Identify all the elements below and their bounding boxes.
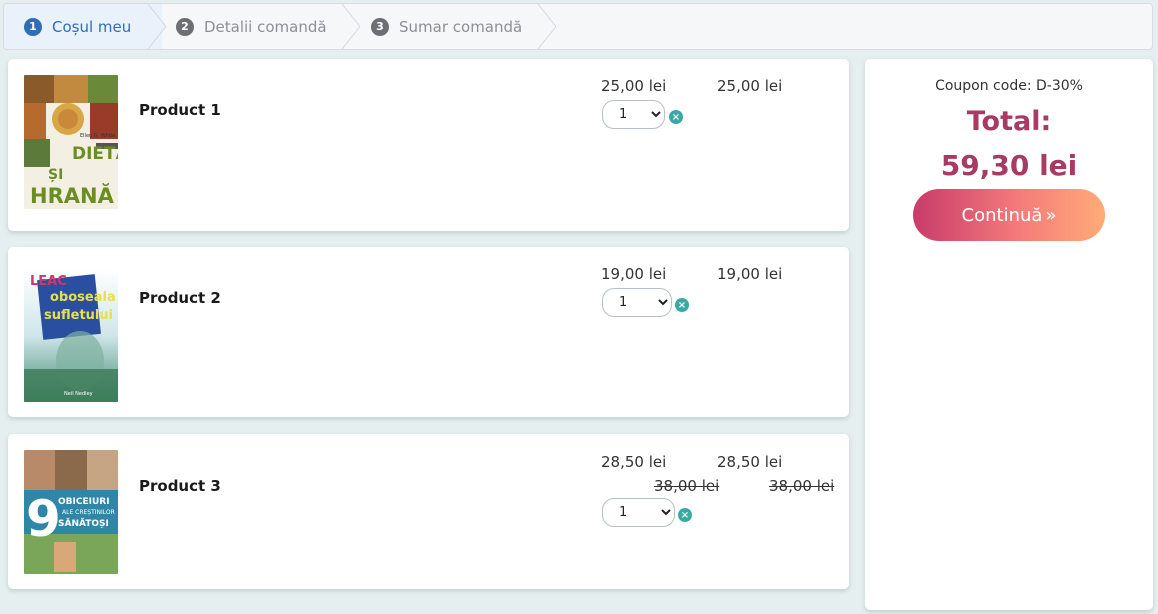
product-name[interactable]: Product 2 [139,289,221,307]
cover-title-top: OBICEIURI [58,497,110,507]
unit-price: 25,00 lei [601,77,667,95]
step-cart[interactable]: 1 Coșul meu [4,4,162,49]
product-name[interactable]: Product 1 [139,101,221,119]
cover-title-top: LEAC [30,274,67,289]
cart-item: LEAC oboseala sufletului Neil Nedley Pro… [8,247,849,417]
quantity-select[interactable]: 1 [602,100,665,129]
coupon-code: Coupon code: D-30% [935,78,1083,94]
step-label-order-details: Detalii comandă [204,17,327,36]
cart-item: Ellen G. White DIETĂ ȘI HRANĂ Product 1 … [8,59,849,231]
total-label: Total: [966,106,1052,137]
product-cover-image[interactable]: Ellen G. White DIETĂ ȘI HRANĂ [24,75,118,209]
old-line-total: 38,00 lei [769,477,835,495]
step-number-3: 3 [371,17,389,36]
line-total: 19,00 lei [717,265,783,283]
step-number-1: 1 [24,17,42,36]
step-divider-icon [537,4,556,49]
cover-author: Ellen G. White [80,133,115,139]
remove-item-icon[interactable]: × [675,298,689,312]
cover-title-bottom: SĂNĂTOȘI [58,517,109,529]
cover-title-mid: ALE CREȘTINILOR [62,509,115,516]
cover-author: Neil Nedley [64,391,93,397]
remove-item-icon[interactable]: × [678,508,692,522]
cover-title-bottom: HRANĂ [30,183,115,208]
product-name[interactable]: Product 3 [139,477,221,495]
step-order-details[interactable]: 2 Detalii comandă [176,4,327,49]
line-total: 25,00 lei [717,77,783,95]
step-order-summary[interactable]: 3 Sumar comandă [371,4,522,49]
step-label-cart: Coșul meu [52,17,132,36]
step-divider-icon [144,4,166,49]
checkout-steps: 1 Coșul meu 2 Detalii comandă 3 Sumar co… [3,3,1153,50]
quantity-select[interactable]: 1 [602,288,672,317]
step-label-order-summary: Sumar comandă [399,17,523,36]
unit-price: 19,00 lei [601,265,667,283]
step-divider-icon [341,4,360,49]
product-cover-image[interactable]: 9 OBICEIURI ALE CREȘTINILOR SĂNĂTOȘI [24,450,118,574]
double-chevron-right-icon: » [1045,204,1057,226]
remove-item-icon[interactable]: × [669,110,683,124]
cover-title-mid: ȘI [48,167,63,183]
cover-title-mid: oboseala [50,290,116,305]
step-number-2: 2 [176,17,194,36]
cover-title-bottom: sufletului [44,308,113,323]
order-summary-panel: Coupon code: D-30% Total: 59,30 lei Cont… [865,59,1153,610]
unit-price: 28,50 lei [601,453,667,471]
continue-button[interactable]: Continuă » [913,189,1105,241]
product-cover-image[interactable]: LEAC oboseala sufletului Neil Nedley [24,269,118,402]
cover-number: 9 [26,490,61,548]
continue-label: Continuă [961,204,1043,226]
line-total: 28,50 lei [717,453,783,471]
quantity-select[interactable]: 1 [602,498,675,527]
cart-item: 9 OBICEIURI ALE CREȘTINILOR SĂNĂTOȘI Pro… [8,434,849,589]
old-unit-price: 38,00 lei [654,477,720,495]
cover-title-top: DIETĂ [72,142,118,164]
total-value: 59,30 lei [940,149,1078,182]
